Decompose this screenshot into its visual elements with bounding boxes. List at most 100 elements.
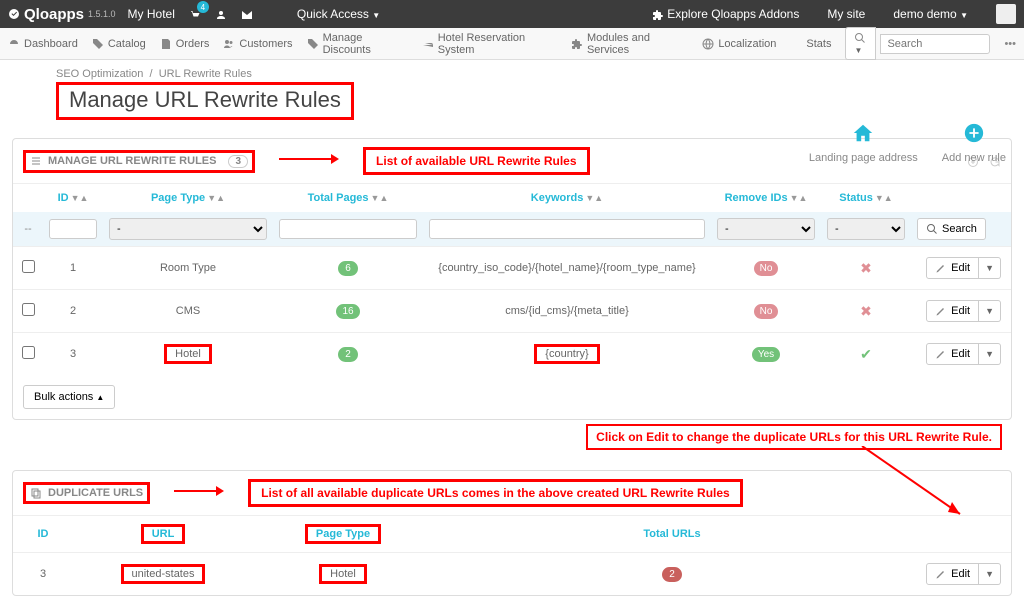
row-remove-ids[interactable]: No	[711, 290, 821, 333]
puzzle-icon	[652, 9, 664, 21]
row-checkbox[interactable]	[22, 346, 35, 359]
dup-col-page-type[interactable]: Page Type	[253, 516, 433, 553]
row-checkbox[interactable]	[22, 303, 35, 316]
edit-dropdown[interactable]: ▼	[979, 343, 1001, 365]
edit-button[interactable]: Edit	[926, 257, 979, 279]
bed-icon	[422, 38, 434, 50]
row-remove-ids[interactable]: Yes	[711, 333, 821, 376]
row-keywords: {country_iso_code}/{hotel_name}/{room_ty…	[423, 247, 711, 290]
menu-discounts[interactable]: Manage Discounts	[307, 32, 408, 56]
my-hotel-link[interactable]: My Hotel	[128, 7, 175, 21]
col-id[interactable]: ID▼▲	[43, 184, 103, 212]
panel-rules: MANAGE URL REWRITE RULES 3 List of avail…	[12, 138, 1012, 420]
user-menu[interactable]: demo demo ▼	[893, 7, 968, 21]
tag-icon	[92, 38, 104, 50]
panel-dup-annotation: List of all available duplicate URLs com…	[248, 479, 743, 507]
cart-badge: 4	[197, 1, 209, 13]
filter-remove-ids-select[interactable]: -	[717, 218, 815, 240]
dup-col-id[interactable]: ID	[13, 516, 73, 553]
menu-modules[interactable]: Modules and Services	[571, 32, 688, 56]
panel-rules-title-box: MANAGE URL REWRITE RULES 3	[23, 150, 255, 173]
cart-icon[interactable]: 4	[189, 7, 201, 21]
bulk-actions-button[interactable]: Bulk actions ▲	[23, 385, 115, 409]
row-checkbox[interactable]	[22, 260, 35, 273]
dup-id: 3	[13, 553, 73, 596]
col-keywords[interactable]: Keywords▼▲	[423, 184, 711, 212]
pencil-icon	[935, 348, 947, 360]
col-remove-ids[interactable]: Remove IDs▼▲	[711, 184, 821, 212]
edit-dropdown[interactable]: ▼	[979, 300, 1001, 322]
avatar[interactable]	[996, 4, 1016, 24]
menu-stats[interactable]: Stats	[790, 38, 831, 50]
list-icon	[30, 155, 42, 167]
row-remove-ids[interactable]: No	[711, 247, 821, 290]
col-status[interactable]: Status▼▲	[821, 184, 911, 212]
quick-access[interactable]: Quick Access ▼	[297, 7, 380, 21]
menu-reservation[interactable]: Hotel Reservation System	[422, 32, 557, 56]
rules-table: ID▼▲ Page Type▼▲ Total Pages▼▲ Keywords▼…	[13, 184, 1011, 375]
dup-edit-button[interactable]: Edit	[926, 563, 979, 585]
user-icon[interactable]	[215, 7, 227, 21]
globe-icon	[702, 38, 714, 50]
brand[interactable]: Qloapps	[8, 6, 84, 23]
menubar: Dashboard Catalog Orders Customers Manag…	[0, 28, 1024, 60]
rules-count: 3	[228, 155, 248, 168]
file-icon	[160, 38, 172, 50]
filter-keywords-input[interactable]	[429, 219, 705, 239]
page-title-box: Manage URL Rewrite Rules	[56, 82, 354, 120]
menu-dashboard[interactable]: Dashboard	[8, 38, 78, 50]
tags-icon	[307, 38, 319, 50]
menu-orders[interactable]: Orders	[160, 38, 210, 50]
menu-localization[interactable]: Localization	[702, 38, 776, 50]
row-status[interactable]: ✖	[821, 247, 911, 290]
search-icon	[926, 223, 938, 235]
col-total-pages[interactable]: Total Pages▼▲	[273, 184, 423, 212]
dup-page-type: Hotel	[253, 553, 433, 596]
table-row: 3 Hotel 2 {country} Yes ✔ Edit ▼	[13, 333, 1011, 376]
panel-rules-title: MANAGE URL REWRITE RULES	[48, 155, 216, 167]
row-page-type: CMS	[103, 290, 273, 333]
edit-button[interactable]: Edit	[926, 300, 979, 322]
row-keywords: cms/{id_cms}/{meta_title}	[423, 290, 711, 333]
panel-dup-title: DUPLICATE URLS	[48, 487, 143, 499]
table-row: 1 Room Type 6 {country_iso_code}/{hotel_…	[13, 247, 1011, 290]
landing-page-button[interactable]: Landing page address	[809, 122, 918, 164]
puzzle-icon	[571, 38, 583, 50]
row-page-type: Hotel	[103, 333, 273, 376]
check-circle-icon	[8, 8, 20, 20]
row-id: 2	[43, 290, 103, 333]
explore-addons[interactable]: Explore Qloapps Addons	[652, 7, 799, 21]
menu-catalog[interactable]: Catalog	[92, 38, 146, 50]
add-rule-button[interactable]: Add new rule	[942, 122, 1006, 164]
dup-col-total[interactable]: Total URLs	[433, 516, 911, 553]
search-scope-button[interactable]: ▼	[845, 27, 876, 59]
filter-status-select[interactable]: -	[827, 218, 905, 240]
menu-customers[interactable]: Customers	[223, 38, 292, 50]
my-site[interactable]: My site	[827, 7, 865, 21]
annotation-arrow-icon	[174, 484, 224, 503]
panel-dup-title-box: DUPLICATE URLS	[23, 482, 150, 504]
dup-edit-dropdown[interactable]: ▼	[979, 563, 1001, 585]
row-status[interactable]: ✔	[821, 333, 911, 376]
filter-total-input[interactable]	[279, 219, 417, 239]
search-button[interactable]: Search	[917, 218, 986, 240]
table-row: 2 CMS 16 cms/{id_cms}/{meta_title} No ✖ …	[13, 290, 1011, 333]
edit-button[interactable]: Edit	[926, 343, 979, 365]
col-page-type[interactable]: Page Type▼▲	[103, 184, 273, 212]
row-status[interactable]: ✖	[821, 290, 911, 333]
breadcrumb: SEO Optimization / URL Rewrite Rules	[56, 68, 1012, 80]
dup-col-url[interactable]: URL	[73, 516, 253, 553]
row-total: 2	[273, 333, 423, 376]
row-page-type: Room Type	[103, 247, 273, 290]
filter-page-type-select[interactable]: -	[109, 218, 267, 240]
edit-dropdown[interactable]: ▼	[979, 257, 1001, 279]
pencil-icon	[935, 262, 947, 274]
version: 1.5.1.0	[88, 9, 116, 19]
plus-circle-icon	[942, 122, 1006, 150]
panel-rules-annotation: List of available URL Rewrite Rules	[363, 147, 590, 175]
filter-id-input[interactable]	[49, 219, 97, 239]
mail-icon[interactable]	[241, 7, 253, 21]
more-menu[interactable]: •••	[1004, 38, 1016, 50]
copy-icon	[30, 487, 42, 499]
global-search-input[interactable]	[880, 34, 990, 54]
